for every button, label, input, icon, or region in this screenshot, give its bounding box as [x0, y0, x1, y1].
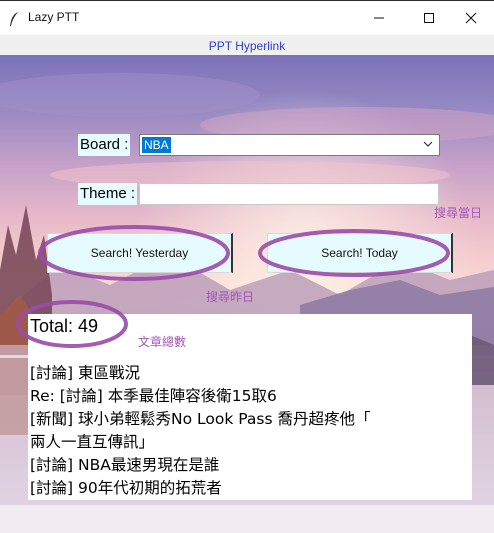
search-yesterday-note: 搜尋昨日	[206, 290, 255, 304]
list-item: [討論] NBA最速男現在是誰	[30, 456, 220, 474]
ppt-hyperlink[interactable]: PPT Hyperlink	[209, 39, 285, 53]
list-item: [討論] 90年代初期的拓荒者	[30, 479, 222, 497]
close-icon	[465, 12, 477, 24]
window-title: Lazy PTT	[28, 10, 80, 24]
board-label: Board :	[78, 134, 131, 156]
list-item: [新聞] 球小弟輕鬆秀No Look Pass 喬丹超疼他「	[30, 410, 371, 428]
search-yesterday-button[interactable]: Search! Yesterday	[47, 233, 233, 273]
search-today-button[interactable]: Search! Today	[267, 233, 453, 273]
board-select[interactable]: NBA	[139, 134, 440, 156]
list-item: 兩人一直互傳訊」	[30, 433, 155, 451]
board-selected-value: NBA	[142, 137, 171, 153]
theme-input[interactable]	[139, 183, 439, 205]
minimize-button[interactable]	[356, 1, 402, 35]
chevron-down-icon	[423, 141, 433, 147]
total-count: Total: 49	[30, 316, 99, 336]
title-bar: Lazy PTT	[0, 0, 494, 35]
hyperlink-bar: PPT Hyperlink	[0, 35, 494, 55]
close-button[interactable]	[448, 1, 494, 35]
results-panel: Total: 49 文章總數 [討論] 東區戰況 Re: [討論] 本季最佳陣容…	[28, 314, 472, 500]
maximize-icon	[424, 13, 434, 23]
list-item: Re: [討論] 本季最佳陣容後衛15取6	[30, 387, 277, 405]
list-item: [討論] 東區戰況	[30, 364, 141, 382]
search-today-note: 搜尋當日	[434, 206, 483, 220]
theme-label: Theme :	[78, 183, 138, 205]
article-count-note: 文章總數	[138, 335, 187, 349]
maximize-button[interactable]	[406, 1, 452, 35]
feather-icon	[10, 12, 18, 26]
article-list: [討論] 東區戰況 Re: [討論] 本季最佳陣容後衛15取6 [新聞] 球小弟…	[30, 362, 470, 500]
minimize-icon	[374, 17, 384, 19]
